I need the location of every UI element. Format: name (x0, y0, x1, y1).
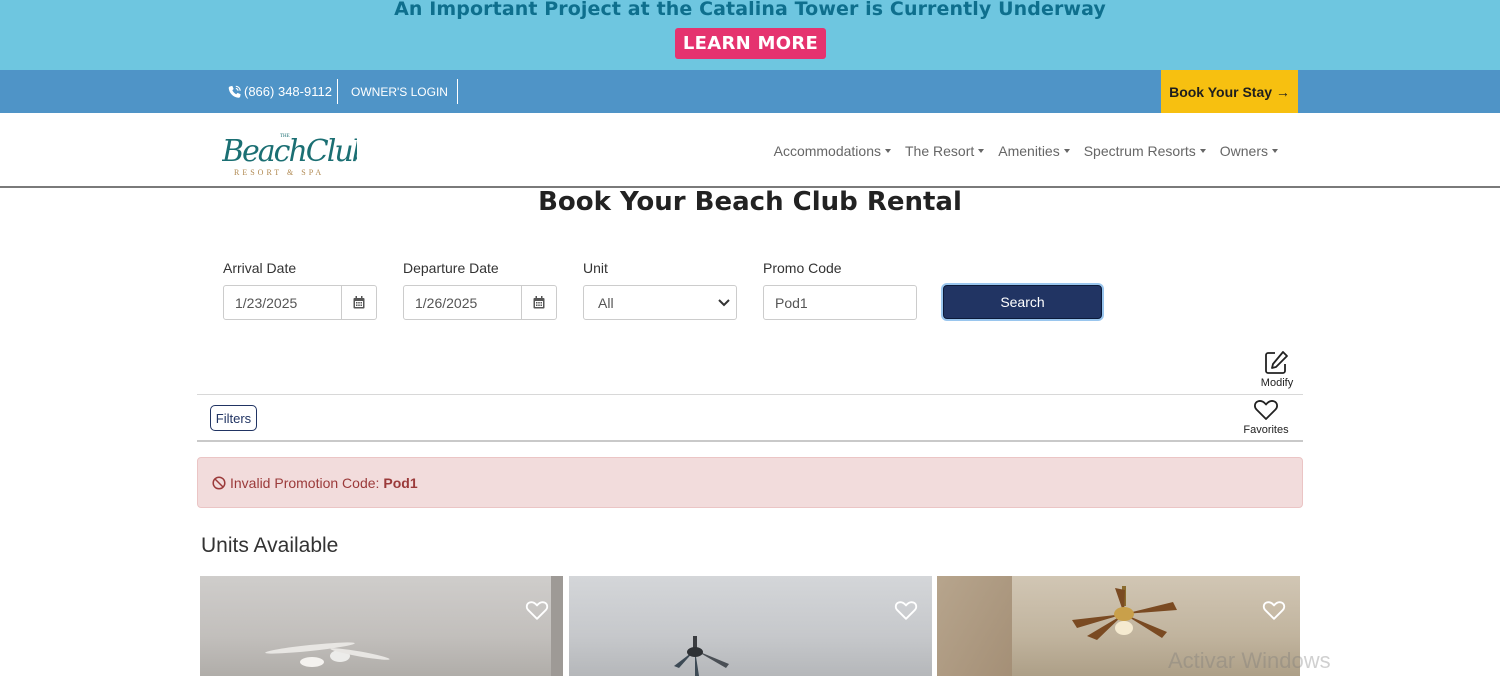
nav-amenities[interactable]: Amenities (998, 143, 1070, 159)
calendar-icon[interactable] (522, 286, 556, 319)
ban-icon (212, 475, 226, 490)
svg-text:RESORT & SPA: RESORT & SPA (234, 168, 324, 177)
arrival-date-label: Arrival Date (223, 260, 297, 276)
phone-icon (228, 85, 241, 98)
utility-bar: (866) 348-9112 OWNER'S LOGIN Book Your S… (0, 70, 1500, 113)
divider (457, 79, 458, 104)
nav-accommodations[interactable]: Accommodations (774, 143, 891, 159)
nav-spectrum-resorts[interactable]: Spectrum Resorts (1084, 143, 1206, 159)
unit-label: Unit (583, 260, 608, 276)
divider (197, 440, 1303, 442)
activation-watermark: Activar Windows (1168, 648, 1331, 673)
promo-code-label: Promo Code (763, 260, 842, 276)
caret-down-icon (1063, 148, 1070, 153)
banner-title: An Important Project at the Catalina Tow… (394, 0, 1106, 20)
caret-down-icon (1199, 148, 1206, 153)
heart-icon (1254, 400, 1278, 420)
nav-menu: Accommodations The Resort Amenities Spec… (760, 113, 1278, 188)
unit-select-value: All (598, 294, 614, 311)
arrival-date-input[interactable]: 1/23/2025 (223, 285, 377, 320)
unit-card[interactable] (200, 576, 563, 676)
edit-icon (1265, 351, 1288, 374)
caret-down-icon (978, 148, 985, 153)
beach-club-logo[interactable]: THE BeachClub RESORT & SPA (221, 123, 372, 179)
chevron-down-icon (718, 299, 730, 307)
nav-owners[interactable]: Owners (1220, 143, 1278, 159)
phone-number: (866) 348-9112 (244, 84, 332, 99)
page-title: Book Your Beach Club Rental (538, 187, 962, 217)
heart-icon[interactable] (525, 600, 549, 621)
search-button[interactable]: Search (943, 285, 1102, 319)
departure-date-value[interactable]: 1/26/2025 (404, 286, 522, 319)
modify-button[interactable]: Modify (1250, 350, 1304, 389)
heart-icon[interactable] (894, 600, 918, 621)
heart-icon[interactable] (1262, 600, 1286, 621)
alert-message: Invalid Promotion Code: (230, 474, 380, 491)
nav-the-resort[interactable]: The Resort (905, 143, 985, 159)
alert-promo-code: Pod1 (383, 474, 418, 491)
departure-date-input[interactable]: 1/26/2025 (403, 285, 557, 320)
divider (197, 394, 1303, 395)
divider (337, 79, 338, 104)
invalid-promo-alert: Invalid Promotion Code: Pod1 (197, 457, 1303, 508)
departure-date-label: Departure Date (403, 260, 499, 276)
owners-login-link[interactable]: OWNER'S LOGIN (351, 70, 448, 113)
main-navbar: THE BeachClub RESORT & SPA Accommodation… (0, 113, 1500, 188)
book-your-stay-button[interactable]: Book Your Stay → (1161, 70, 1298, 113)
favorites-button[interactable]: Favorites (1238, 399, 1294, 436)
announcement-banner: An Important Project at the Catalina Tow… (0, 0, 1500, 70)
phone-link[interactable]: (866) 348-9112 (227, 70, 332, 113)
caret-down-icon (885, 148, 891, 153)
favorites-label: Favorites (1243, 424, 1289, 436)
calendar-icon[interactable] (342, 286, 376, 319)
unit-select[interactable]: All (583, 285, 737, 320)
caret-down-icon (1272, 148, 1278, 153)
filters-button[interactable]: Filters (210, 405, 257, 431)
svg-text:BeachClub: BeachClub (222, 134, 357, 169)
modify-label: Modify (1260, 377, 1294, 389)
unit-card[interactable] (569, 576, 932, 676)
learn-more-button[interactable]: LEARN MORE (675, 28, 826, 59)
units-available-heading: Units Available (201, 534, 339, 557)
arrival-date-value[interactable]: 1/23/2025 (224, 286, 342, 319)
ceiling-fan-image (265, 642, 390, 667)
ceiling-fan-image (674, 636, 729, 676)
promo-code-input[interactable]: Pod1 (763, 285, 917, 320)
